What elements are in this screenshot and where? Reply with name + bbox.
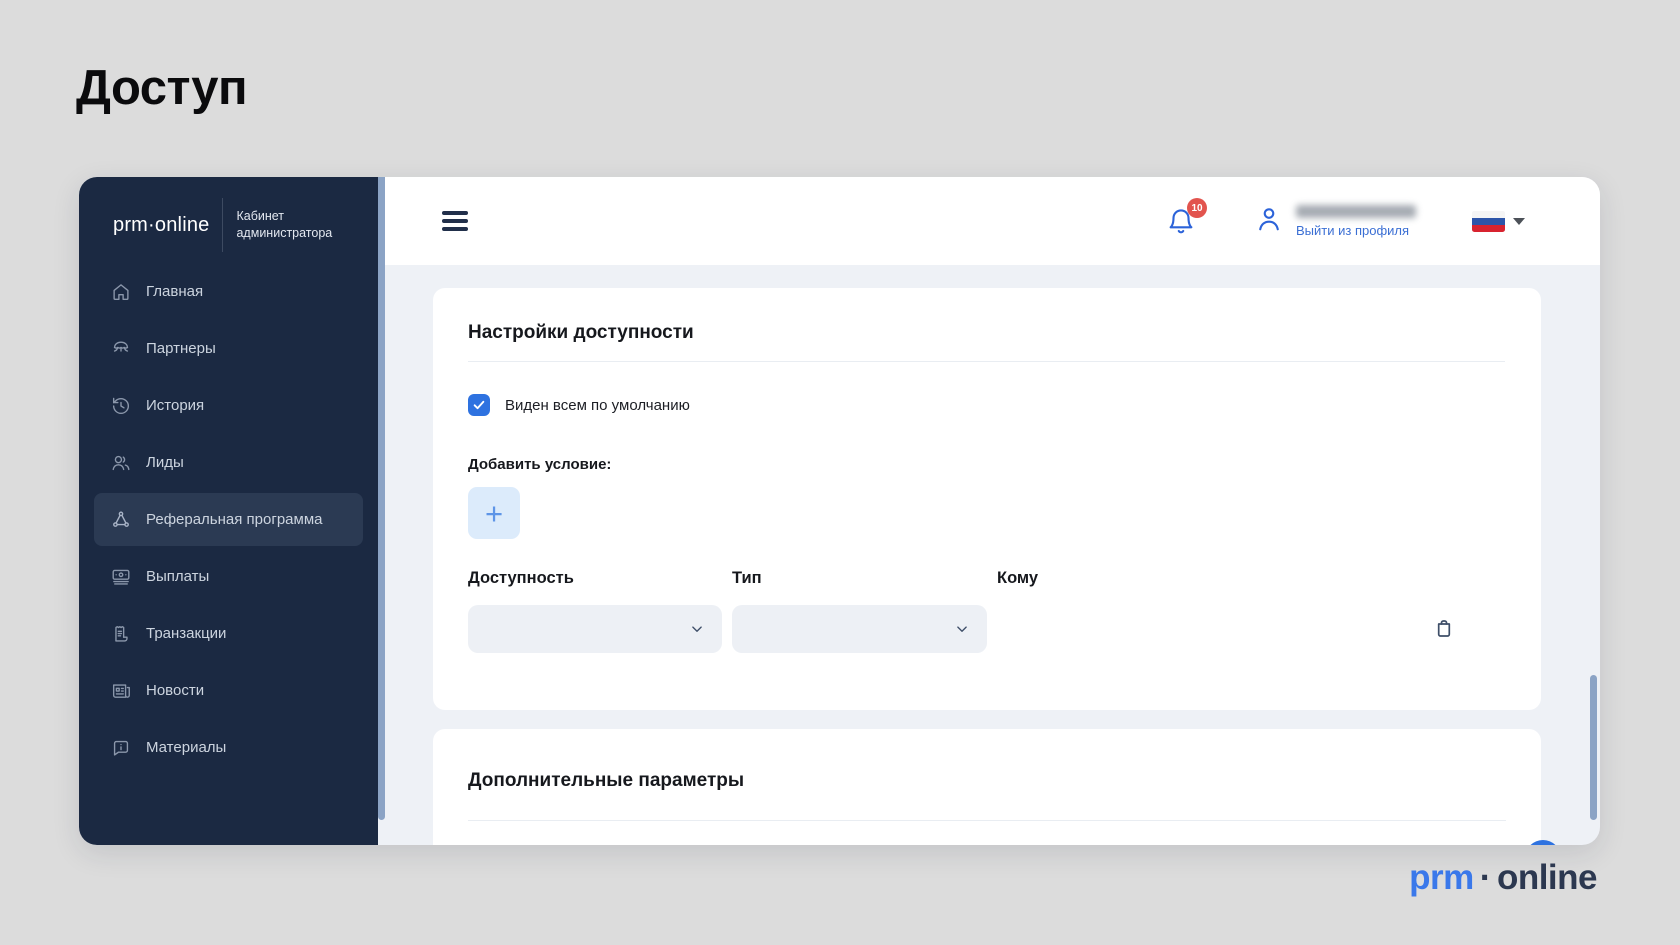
- partners-icon: [113, 340, 129, 352]
- logout-link[interactable]: Выйти из профиля: [1296, 223, 1416, 238]
- condition-headers: Доступность Тип Кому: [468, 568, 1505, 588]
- brand-divider: [222, 198, 224, 252]
- additional-card-title: Дополнительные параметры: [468, 770, 745, 791]
- app-window: prm·online Кабинет администратора Главна…: [79, 177, 1600, 845]
- sidebar-item-label: Партнеры: [146, 340, 216, 357]
- brand-caption-line2: администратора: [236, 226, 333, 240]
- topbar: 10 Выйти из профиля: [385, 177, 1600, 265]
- sidebar-item-label: Реферальная программа: [146, 511, 323, 528]
- menu-toggle-button[interactable]: [438, 207, 472, 235]
- window-scrollbar[interactable]: [1590, 675, 1597, 820]
- page-title: Доступ: [76, 61, 248, 115]
- visible-default-label: Виден всем по умолчанию: [505, 396, 690, 414]
- main-area: 10 Выйти из профиля Настройки доступност…: [385, 177, 1600, 845]
- type-column-header: Тип: [732, 569, 762, 587]
- sidebar-item-leads[interactable]: Лиды: [94, 436, 363, 489]
- plus-icon: +: [484, 495, 504, 531]
- add-condition-label: Добавить условие:: [468, 456, 612, 473]
- condition-row: [468, 605, 1505, 653]
- language-selector[interactable]: [1472, 210, 1525, 232]
- user-menu[interactable]: Выйти из профиля: [1254, 204, 1416, 238]
- materials-icon: [113, 740, 129, 756]
- sidebar-nav: Главная Партнеры История Лиды Реферальна…: [79, 263, 378, 776]
- visible-default-checkbox[interactable]: [468, 394, 490, 416]
- brand-logo: prm·online: [113, 213, 210, 236]
- sidebar-item-label: Материалы: [146, 739, 227, 756]
- sidebar-item-referral-program[interactable]: Реферальная программа: [94, 493, 363, 546]
- sidebar-brand: prm·online Кабинет администратора: [79, 177, 378, 253]
- footer-brand-dot: ·: [1479, 858, 1492, 897]
- user-name-redacted: [1296, 205, 1416, 218]
- sidebar-item-label: Транзакции: [146, 625, 227, 642]
- payouts-icon: [112, 569, 130, 585]
- type-select[interactable]: [732, 605, 987, 653]
- access-card-title: Настройки доступности: [468, 322, 694, 343]
- notification-badge: 10: [1187, 198, 1207, 218]
- user-icon: [1259, 208, 1279, 231]
- availability-select[interactable]: [468, 605, 722, 653]
- sidebar-item-transactions[interactable]: Транзакции: [94, 607, 363, 660]
- add-condition-button[interactable]: +: [468, 487, 520, 539]
- sidebar-scrollbar[interactable]: [378, 177, 385, 820]
- additional-params-card: Дополнительные параметры: [433, 729, 1541, 845]
- content-area: Настройки доступности Виден всем по умол…: [385, 265, 1600, 845]
- sidebar-item-materials[interactable]: Материалы: [94, 721, 363, 774]
- user-text-column: Выйти из профиля: [1296, 204, 1416, 238]
- home-icon: [113, 283, 129, 300]
- sidebar-item-payouts[interactable]: Выплаты: [94, 550, 363, 603]
- divider: [468, 361, 1505, 362]
- sidebar-item-partners[interactable]: Партнеры: [94, 322, 363, 375]
- sidebar-item-home[interactable]: Главная: [94, 265, 363, 318]
- footer-brand-prm: prm: [1409, 858, 1474, 897]
- transactions-icon: [115, 625, 128, 642]
- leads-icon: [112, 455, 130, 470]
- topbar-right: 10 Выйти из профиля: [1166, 198, 1525, 238]
- sidebar-item-label: Главная: [146, 283, 204, 300]
- footer-brand-online: online: [1496, 858, 1598, 897]
- brand-caption: Кабинет администратора: [236, 208, 332, 242]
- caret-down-icon: [1513, 217, 1525, 225]
- notifications-button[interactable]: 10: [1166, 198, 1207, 236]
- chevron-down-icon: [957, 626, 967, 632]
- visible-default-row: Виден всем по умолчанию: [468, 394, 1505, 416]
- divider: [468, 820, 1506, 821]
- sidebar-item-history[interactable]: История: [94, 379, 363, 432]
- sidebar-item-label: Выплаты: [146, 568, 210, 585]
- hamburger-icon: [442, 211, 468, 215]
- brand-caption-line1: Кабинет: [236, 209, 285, 223]
- checkmark-icon: [473, 400, 485, 410]
- russia-flag-icon: [1472, 210, 1505, 232]
- history-icon: [112, 397, 129, 414]
- chevron-down-icon: [692, 626, 702, 632]
- sidebar-item-news[interactable]: Новости: [94, 664, 363, 717]
- access-settings-card: Настройки доступности Виден всем по умол…: [433, 288, 1541, 710]
- delete-condition-button[interactable]: [1430, 615, 1458, 643]
- sidebar-item-label: История: [146, 397, 205, 414]
- whom-column-header: Кому: [997, 569, 1039, 587]
- whom-cell: [997, 605, 1505, 653]
- availability-column-header: Доступность: [468, 569, 574, 587]
- sidebar: prm·online Кабинет администратора Главна…: [79, 177, 378, 845]
- news-icon: [112, 683, 130, 698]
- footer-brand-logo: prm · online: [1409, 858, 1597, 898]
- sidebar-item-label: Новости: [146, 682, 205, 699]
- sidebar-item-label: Лиды: [146, 454, 184, 471]
- referral-icon: [113, 511, 129, 527]
- trash-icon: [1437, 620, 1451, 637]
